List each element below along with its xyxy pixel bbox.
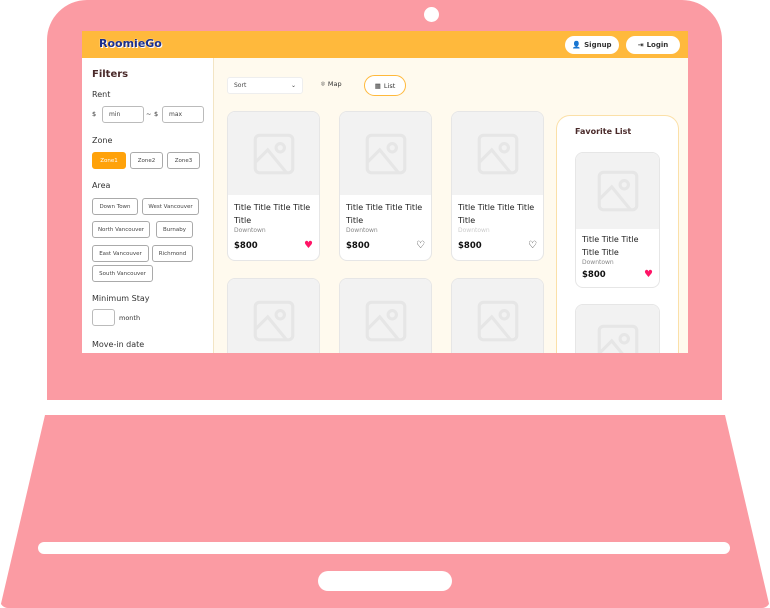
header: RoomieGo 👤 Signup ⇥ Login xyxy=(82,31,688,58)
webcam xyxy=(424,7,439,22)
area-chip[interactable]: East Vancouver xyxy=(92,245,149,262)
rent-label: Rent xyxy=(92,90,111,99)
listing-card[interactable]: Title Title Title Title Title Downtown $… xyxy=(451,111,544,261)
image-placeholder-icon xyxy=(452,279,543,353)
user-plus-icon: 👤 xyxy=(572,41,582,49)
image-placeholder-icon xyxy=(452,112,543,195)
login-icon: ⇥ xyxy=(637,41,644,49)
favorite-list: Favorite List Title Title Title Title Ti… xyxy=(556,115,679,353)
currency: $ xyxy=(92,110,97,118)
listing-card[interactable]: Title Title Title Title Title Downtown $… xyxy=(339,111,432,261)
area-chip[interactable]: Burnaby xyxy=(156,221,193,238)
card-location: Downtown xyxy=(234,227,266,234)
zone-chip[interactable]: Zone2 xyxy=(130,152,163,169)
card-price: $800 xyxy=(234,241,258,251)
area-chip[interactable]: West Vancouver xyxy=(142,198,199,215)
area-label: Area xyxy=(92,181,111,190)
image-placeholder-icon xyxy=(228,112,319,195)
map-button[interactable]: ⌾ Map xyxy=(321,80,342,89)
screen: RoomieGo 👤 Signup ⇥ Login Filters Rent $ m… xyxy=(82,31,688,353)
card-price: $800 xyxy=(458,241,482,251)
favorite-list-title: Favorite List xyxy=(575,127,632,136)
image-placeholder-icon xyxy=(340,112,431,195)
listing-card[interactable] xyxy=(451,278,544,353)
sort-label: Sort xyxy=(234,82,247,89)
card-location: Downtown xyxy=(582,259,614,266)
list-button[interactable]: ▦ List xyxy=(364,75,406,96)
card-title: Title Title Title Title Title xyxy=(582,235,639,257)
grid-icon: ▦ xyxy=(374,81,381,90)
zone-chip[interactable]: Zone3 xyxy=(167,152,200,169)
sort-dropdown[interactable]: Sort ⌄ xyxy=(227,77,303,94)
image-placeholder-icon xyxy=(340,279,431,353)
favorite-card[interactable]: Title Title Title Title Title Downtown $… xyxy=(575,152,660,288)
listing-card[interactable]: Title Title Title Title Title Downtown $… xyxy=(227,111,320,261)
zone-chip[interactable]: Zone1 xyxy=(92,152,126,169)
image-placeholder-icon xyxy=(228,279,319,353)
rent-min-input[interactable]: min xyxy=(102,106,144,123)
move-in-label: Move-in date xyxy=(92,340,145,349)
card-title: Title Title Title Title Title xyxy=(458,203,535,225)
zone-label: Zone xyxy=(92,136,113,145)
rent-max-input[interactable]: max xyxy=(162,106,204,123)
card-location: Downtown xyxy=(458,227,490,234)
signup-button[interactable]: 👤 Signup xyxy=(565,36,619,54)
heart-filled-icon[interactable]: ♥ xyxy=(304,240,313,251)
image-placeholder-icon xyxy=(576,305,659,353)
card-location: Downtown xyxy=(346,227,378,234)
listing-card[interactable] xyxy=(339,278,432,353)
month-label: month xyxy=(119,314,141,322)
map-pin-icon: ⌾ xyxy=(321,80,325,88)
min-stay-label: Minimum Stay xyxy=(92,294,150,303)
filters-title: Filters xyxy=(92,69,129,80)
login-button[interactable]: ⇥ Login xyxy=(626,36,680,54)
chevron-down-icon: ⌄ xyxy=(290,82,296,89)
keyboard-slot xyxy=(38,542,730,554)
heart-outline-icon[interactable]: ♡ xyxy=(528,240,537,251)
area-chip[interactable]: Down Town xyxy=(92,198,138,215)
image-placeholder-icon xyxy=(576,153,659,229)
filters-sidebar: Filters Rent $ min ~ $ max Zone Zone1 Zo… xyxy=(82,58,214,353)
logo[interactable]: RoomieGo xyxy=(99,37,162,50)
favorite-card[interactable] xyxy=(575,304,660,353)
touchpad xyxy=(318,571,452,591)
area-chip[interactable]: South Vancouver xyxy=(92,265,153,282)
card-title: Title Title Title Title Title xyxy=(346,203,423,225)
heart-filled-icon[interactable]: ♥ xyxy=(644,269,653,280)
area-chip[interactable]: North Vancouver xyxy=(92,221,150,238)
card-price: $800 xyxy=(582,270,606,280)
min-stay-input[interactable] xyxy=(92,309,115,326)
currency: $ xyxy=(154,110,159,118)
listing-card[interactable] xyxy=(227,278,320,353)
area-chip[interactable]: Richmond xyxy=(152,245,193,262)
card-price: $800 xyxy=(346,241,370,251)
tilde: ~ xyxy=(146,110,152,118)
card-title: Title Title Title Title Title xyxy=(234,203,311,225)
heart-outline-icon[interactable]: ♡ xyxy=(416,240,425,251)
